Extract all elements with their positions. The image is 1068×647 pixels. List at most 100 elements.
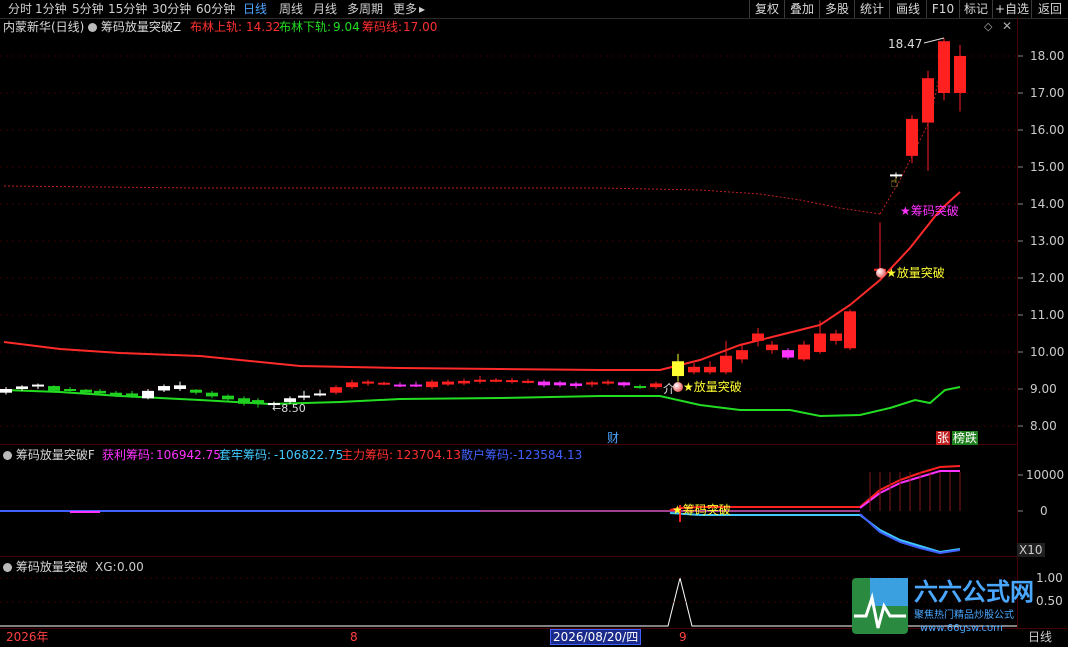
chip-line-label: 筹码线: xyxy=(362,20,403,34)
candle-body xyxy=(618,382,630,386)
candle-body xyxy=(362,381,374,384)
bollinger-bands xyxy=(3,37,961,418)
candle-body xyxy=(906,118,918,156)
price-tick: 8.00 xyxy=(1030,419,1057,433)
candle-body xyxy=(490,379,502,382)
time-axis-month-8: 8 xyxy=(350,630,358,644)
chip-breakout-sub-signal: ★筹码突破 xyxy=(672,503,731,517)
candle-body xyxy=(48,386,60,391)
candle-body xyxy=(672,361,684,377)
indicator-settings-icon[interactable] xyxy=(88,23,97,32)
candle-body xyxy=(16,386,28,389)
candle-body xyxy=(844,311,856,349)
high-price-annotation: 18.47 xyxy=(888,37,923,51)
watermark-url: www.66gsw.com xyxy=(920,623,1003,634)
retail-chips-line-drop xyxy=(859,513,961,555)
candle-body xyxy=(782,350,794,358)
candle-body xyxy=(410,384,422,387)
watermark-brand: 六六公式网 xyxy=(914,578,1034,606)
watermark-tagline: 聚焦热门精品炒股公式 xyxy=(914,610,1014,621)
volume-breakout-signal-2: ★放量突破 xyxy=(876,266,945,280)
candle-body xyxy=(314,393,326,396)
indicator-settings-icon[interactable] xyxy=(3,563,12,572)
candle-body xyxy=(538,381,550,386)
candle-body xyxy=(80,389,92,393)
candle-body xyxy=(522,380,534,383)
candle-body xyxy=(602,381,614,384)
candle-body xyxy=(922,78,934,123)
candle-body xyxy=(634,386,646,389)
candle-body xyxy=(650,383,662,388)
xg-value: 0.00 xyxy=(117,560,144,574)
candle-body xyxy=(426,381,438,388)
price-tick: 16.00 xyxy=(1030,123,1065,137)
cursor-date: 2026/08/20/四 xyxy=(550,629,642,645)
close-panel-icon[interactable]: ✕ xyxy=(1002,19,1012,33)
stock-title: 内蒙新华(日线) xyxy=(3,20,85,34)
watermark: 六六公式网 聚焦热门精品炒股公式 www.66gsw.com xyxy=(850,576,1034,636)
panel-separator xyxy=(0,556,1018,557)
sub1-tick-10000: 10000 xyxy=(1026,468,1065,482)
indicator-settings-icon[interactable] xyxy=(3,451,12,460)
axis-separator xyxy=(1017,18,1018,628)
hand-pointer-icon: ☝ xyxy=(890,175,899,191)
sub2-tick-1: 1.00 xyxy=(1036,571,1063,585)
xg-label: XG: xyxy=(95,560,117,574)
candle-body xyxy=(222,395,234,400)
candle-body xyxy=(126,393,138,397)
price-tick: 15.00 xyxy=(1030,160,1065,174)
candle-body xyxy=(94,390,106,394)
candle-body xyxy=(142,390,154,399)
price-tick: 14.00 xyxy=(1030,197,1065,211)
candle-body xyxy=(378,382,390,385)
watermark-logo-icon xyxy=(852,578,908,634)
rank-marker[interactable]: 榜跌 xyxy=(952,431,979,445)
candle-body xyxy=(190,389,202,393)
candle-body xyxy=(64,389,76,391)
bollinger-lower-value: 9.04 xyxy=(333,20,360,34)
candlestick-chart[interactable] xyxy=(0,0,1068,646)
candle-body xyxy=(954,56,966,93)
time-axis-year: 2026年 xyxy=(6,630,49,644)
sub2-header: 筹码放量突破 xyxy=(3,560,88,574)
candle-body xyxy=(506,380,518,383)
chip-line-value: 17.00 xyxy=(403,20,438,34)
candle-body xyxy=(720,355,732,373)
candle-body xyxy=(394,384,406,387)
volume-breakout-signal-1: ★放量突破 xyxy=(673,380,742,394)
candle-body xyxy=(570,383,582,387)
price-tick: 12.00 xyxy=(1030,271,1065,285)
panel-separator xyxy=(0,444,1018,445)
sub1-indicator-name: 筹码放量突破F xyxy=(15,448,95,462)
candle-body xyxy=(586,382,598,385)
expand-diamond-icon[interactable]: ◇ xyxy=(984,20,992,34)
price-tick: 11.00 xyxy=(1030,308,1065,322)
sub2-tick-05: 0.50 xyxy=(1036,594,1063,608)
finance-marker[interactable]: 财 xyxy=(607,431,619,445)
profit-chips-value: 106942.75 xyxy=(156,448,221,462)
price-tick: 13.00 xyxy=(1030,234,1065,248)
price-tick: 17.00 xyxy=(1030,86,1065,100)
signal-ball-icon xyxy=(876,268,886,278)
time-axis-month-9: 9 xyxy=(679,630,687,644)
candle-body xyxy=(110,392,122,396)
candle-body xyxy=(554,382,566,386)
retail-chips-value: -123584.13 xyxy=(513,448,583,462)
limit-up-marker[interactable]: 张 xyxy=(936,431,951,445)
price-tick: 18.00 xyxy=(1030,49,1065,63)
candle-body xyxy=(798,344,810,360)
bollinger-lower-label: 布林下轨: xyxy=(279,20,332,34)
indicator-header: 筹码放量突破Z xyxy=(88,20,181,34)
candle-body xyxy=(766,344,778,351)
trapped-chips-value: -106822.75 xyxy=(274,448,344,462)
candle-body xyxy=(752,333,764,341)
profit-chips-label: 获利筹码: xyxy=(102,448,155,462)
candle-body xyxy=(158,386,170,391)
candle-body xyxy=(238,398,250,404)
sub2-indicator-name: 筹码放量突破 xyxy=(15,560,88,574)
indicator-name: 筹码放量突破Z xyxy=(100,20,182,34)
low-price-annotation: ←8.50 xyxy=(272,402,306,415)
signal-ball-icon xyxy=(673,382,683,392)
candle-body xyxy=(736,350,748,360)
chip-indicator-lines xyxy=(0,465,1023,555)
